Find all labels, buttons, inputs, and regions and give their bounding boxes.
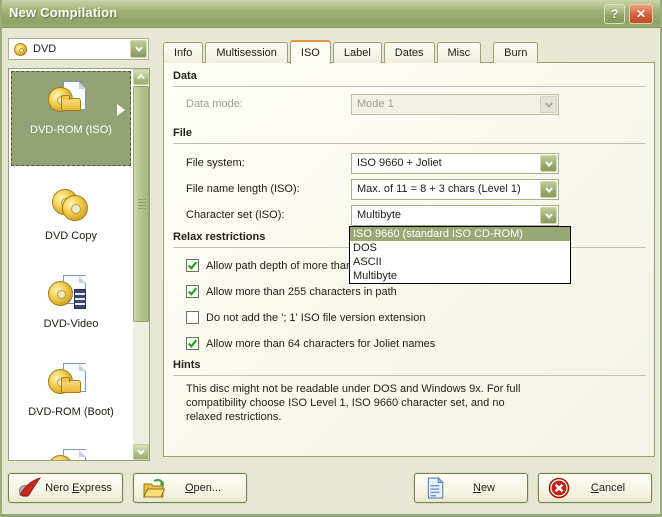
list-item-label: DVD-ROM (Boot) xyxy=(28,406,114,418)
file-name-length-label: File name length (ISO): xyxy=(186,183,300,195)
checkbox-joliet-names[interactable]: Allow more than 64 characters for Joliet… xyxy=(186,336,435,351)
button-label: Open... xyxy=(170,482,236,494)
file-system-dropdown-button[interactable] xyxy=(540,155,557,172)
tab-label[interactable]: Label xyxy=(333,42,382,63)
option-iso9660[interactable]: ISO 9660 (standard ISO CD-ROM) xyxy=(350,227,570,241)
checkbox-iso-version-extension[interactable]: Do not add the '; 1' ISO file version ex… xyxy=(186,310,425,325)
iso-tab-panel: Data Data mode: Mode 1 File File system:… xyxy=(163,62,655,457)
checkbox-label: Do not add the '; 1' ISO file version ex… xyxy=(206,312,425,324)
list-item-dvd-rom-iso[interactable]: DVD-ROM (ISO) xyxy=(11,71,131,166)
file-name-length-dropdown-button[interactable] xyxy=(540,181,557,198)
character-set-label: Character set (ISO): xyxy=(186,209,284,221)
scroll-up-button[interactable] xyxy=(133,69,149,85)
checkbox-255-chars[interactable]: Allow more than 255 characters in path xyxy=(186,284,397,299)
nero-express-icon xyxy=(17,477,41,499)
cancel-icon xyxy=(547,477,571,499)
chevron-down-icon xyxy=(544,212,554,220)
compilation-type-list: DVD-ROM (ISO) DVD Copy DVD-Video xyxy=(8,68,150,461)
data-mode-combobox: Mode 1 xyxy=(351,94,559,115)
character-set-combobox[interactable]: Multibyte xyxy=(351,205,559,226)
checkbox-unchecked-icon[interactable] xyxy=(186,311,199,324)
data-mode-dropdown-button xyxy=(540,96,557,113)
file-name-length-combobox[interactable]: Max. of 11 = 8 + 3 chars (Level 1) xyxy=(351,179,559,200)
chevron-down-icon xyxy=(544,101,554,109)
file-section-header: File xyxy=(173,127,646,144)
file-system-combobox[interactable]: ISO 9660 + Joliet xyxy=(351,153,559,174)
sidebar-scrollbar[interactable] xyxy=(133,69,149,460)
cancel-button[interactable]: Cancel xyxy=(538,473,652,503)
tab-strip: Info Multisession ISO Label Dates Misc B… xyxy=(163,39,540,63)
two-discs-icon xyxy=(48,187,94,225)
open-folder-icon xyxy=(142,477,166,499)
help-button[interactable]: ? xyxy=(604,4,625,24)
new-document-icon xyxy=(423,477,447,499)
disc-document-icon xyxy=(48,449,94,461)
list-item-partial[interactable] xyxy=(11,437,131,461)
scroll-down-button[interactable] xyxy=(133,444,149,460)
checkbox-label: Allow more than 64 characters for Joliet… xyxy=(206,338,435,350)
checkbox-checked-icon[interactable] xyxy=(186,337,199,350)
disc-document-film-icon xyxy=(48,275,94,313)
scrollbar-thumb[interactable] xyxy=(133,86,149,322)
option-dos[interactable]: DOS xyxy=(350,241,570,255)
tab-info[interactable]: Info xyxy=(163,42,203,63)
window-title: New Compilation xyxy=(9,5,117,20)
tab-dates[interactable]: Dates xyxy=(384,42,435,63)
button-label: Cancel xyxy=(575,482,641,494)
nero-express-button[interactable]: Nero Express xyxy=(8,473,123,503)
disc-document-folder-icon xyxy=(48,81,94,119)
media-type-combobox[interactable]: DVD xyxy=(8,38,149,60)
thumb-grip-icon xyxy=(138,199,146,209)
option-ascii[interactable]: ASCII xyxy=(350,255,570,269)
tab-misc[interactable]: Misc xyxy=(437,42,482,63)
checkbox-checked-icon[interactable] xyxy=(186,259,199,272)
chevron-down-icon xyxy=(136,448,146,456)
tab-burn[interactable]: Burn xyxy=(493,42,538,63)
selected-arrow-icon xyxy=(117,104,125,116)
chevron-down-icon xyxy=(544,160,554,168)
close-button[interactable]: ✕ xyxy=(629,4,653,24)
character-set-dropdown-list: ISO 9660 (standard ISO CD-ROM) DOS ASCII… xyxy=(349,226,571,284)
dvd-disc-icon xyxy=(14,43,27,56)
help-icon: ? xyxy=(611,7,618,21)
button-label: New xyxy=(451,482,517,494)
chevron-down-icon xyxy=(544,186,554,194)
list-item-dvd-video[interactable]: DVD-Video xyxy=(11,263,131,349)
title-bar: New Compilation ? ✕ xyxy=(0,0,662,28)
data-mode-label: Data mode: xyxy=(186,98,243,110)
list-item-label: DVD-Video xyxy=(44,318,99,330)
option-multibyte[interactable]: Multibyte xyxy=(350,269,570,283)
character-set-dropdown-button[interactable] xyxy=(540,207,557,224)
chevron-up-icon xyxy=(136,73,146,81)
open-button[interactable]: Open... xyxy=(133,473,247,503)
hints-text: This disc might not be readable under DO… xyxy=(186,382,534,424)
file-system-label: File system: xyxy=(186,157,245,169)
new-compilation-dialog: New Compilation ? ✕ DVD Info Multisessio… xyxy=(0,0,662,517)
tab-iso[interactable]: ISO xyxy=(290,40,331,64)
data-section-header: Data xyxy=(173,70,646,87)
button-label: Nero Express xyxy=(45,482,112,494)
checkbox-checked-icon[interactable] xyxy=(186,285,199,298)
media-type-value: DVD xyxy=(33,39,128,59)
checkbox-label: Allow more than 255 characters in path xyxy=(206,286,397,298)
hints-section-header: Hints xyxy=(173,359,646,376)
file-system-value: ISO 9660 + Joliet xyxy=(357,154,538,173)
character-set-value: Multibyte xyxy=(357,206,538,225)
tab-multisession[interactable]: Multisession xyxy=(205,42,288,63)
list-item-dvd-rom-boot[interactable]: DVD-ROM (Boot) xyxy=(11,351,131,437)
chevron-down-icon xyxy=(134,45,144,53)
close-icon: ✕ xyxy=(636,7,646,21)
disc-document-folder-icon xyxy=(48,363,94,401)
media-type-dropdown-button[interactable] xyxy=(130,40,147,58)
file-name-length-value: Max. of 11 = 8 + 3 chars (Level 1) xyxy=(357,180,538,199)
list-item-dvd-copy[interactable]: DVD Copy xyxy=(11,173,131,259)
list-item-label: DVD Copy xyxy=(45,230,97,242)
new-button[interactable]: New xyxy=(414,473,528,503)
list-item-label: DVD-ROM (ISO) xyxy=(30,124,112,136)
data-mode-value: Mode 1 xyxy=(357,95,538,114)
